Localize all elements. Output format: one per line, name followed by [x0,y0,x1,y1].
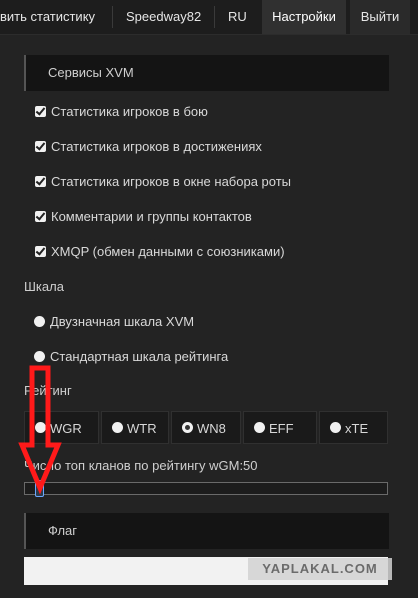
arrow-shape [18,365,62,495]
red-arrow-annotation [18,365,62,495]
watermark-text: YAPLAKAL.COM [248,558,392,580]
